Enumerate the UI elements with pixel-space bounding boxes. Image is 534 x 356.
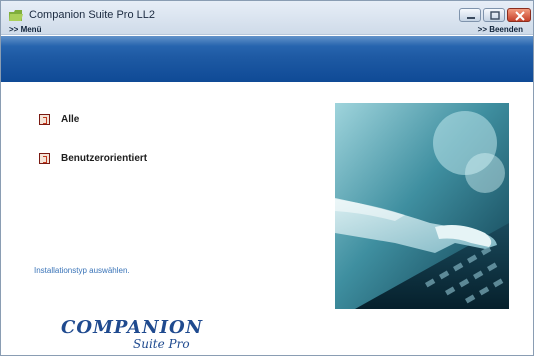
logo-line1: COMPANION bbox=[61, 317, 204, 338]
option-all[interactable]: Alle bbox=[39, 114, 79, 125]
header-band bbox=[1, 36, 533, 82]
maximize-icon bbox=[490, 11, 500, 20]
option-box-icon bbox=[39, 114, 50, 125]
install-type-hint: Installationstyp auswählen. bbox=[34, 266, 130, 275]
window-title: Companion Suite Pro LL2 bbox=[29, 9, 155, 21]
title-bar: Companion Suite Pro LL2 >> Menü >> Beend… bbox=[1, 1, 533, 35]
option-user-oriented-label: Benutzerorientiert bbox=[61, 153, 148, 164]
menu-link[interactable]: >> Menü bbox=[9, 25, 41, 34]
keyboard-photo bbox=[335, 103, 509, 309]
installer-window: Companion Suite Pro LL2 >> Menü >> Beend… bbox=[0, 0, 534, 356]
companion-logo: COMPANION Suite Pro bbox=[61, 317, 221, 352]
maximize-button[interactable] bbox=[483, 8, 505, 22]
minimize-button[interactable] bbox=[459, 8, 481, 22]
folder-icon bbox=[9, 10, 23, 21]
close-icon bbox=[515, 11, 525, 21]
option-all-label: Alle bbox=[61, 114, 80, 125]
option-box-icon bbox=[39, 153, 50, 164]
option-user-oriented[interactable]: Benutzerorientiert bbox=[39, 153, 147, 164]
close-button[interactable] bbox=[507, 8, 531, 22]
minimize-icon bbox=[467, 17, 475, 19]
logo-line2: Suite Pro bbox=[133, 337, 190, 351]
exit-link[interactable]: >> Beenden bbox=[478, 25, 523, 34]
